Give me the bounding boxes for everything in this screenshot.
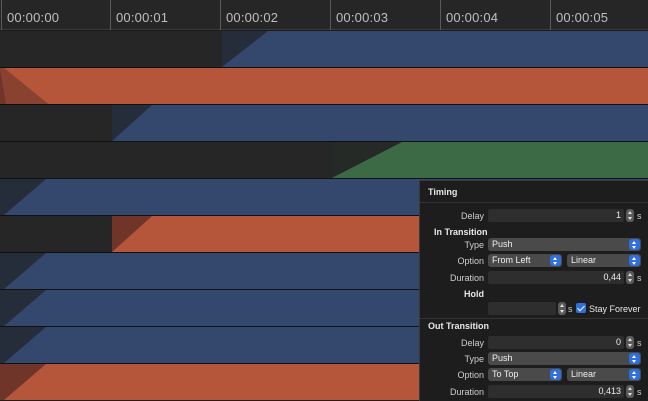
track-row[interactable] <box>0 68 648 105</box>
track-gap <box>0 105 112 141</box>
track-gap <box>0 216 112 252</box>
divider <box>420 318 648 319</box>
delay-unit: s <box>637 211 642 221</box>
hold-field[interactable] <box>488 302 556 315</box>
stay-forever-label: Stay Forever <box>589 304 641 314</box>
out-easing-value: Linear <box>571 369 597 379</box>
out-duration-field[interactable]: 0,413 <box>488 385 624 398</box>
hold-unit: s <box>568 304 573 314</box>
in-duration-stepper[interactable] <box>626 271 634 284</box>
delay-stepper[interactable] <box>626 209 634 222</box>
out-delay-field[interactable]: 0 <box>488 336 624 349</box>
out-duration-stepper[interactable] <box>626 385 634 398</box>
in-option-label: Option <box>457 256 484 266</box>
out-option-label: Option <box>457 370 484 380</box>
ruler-tick <box>550 0 551 30</box>
out-easing-select[interactable]: Linear <box>567 368 641 381</box>
chevron-updown-icon <box>629 353 640 364</box>
out-duration-label: Duration <box>449 387 484 397</box>
blue-clip[interactable] <box>112 105 648 141</box>
in-direction-value: From Left <box>492 255 531 265</box>
in-easing-select[interactable]: Linear <box>567 254 641 267</box>
ruler-label-2: 00:00:02 <box>226 10 279 25</box>
green-clip[interactable] <box>332 142 648 178</box>
blue-clip[interactable] <box>222 31 648 67</box>
in-direction-select[interactable]: From Left <box>488 254 562 267</box>
ruler-tick <box>330 0 331 30</box>
delay-label: Delay <box>460 211 484 221</box>
ruler-label-1: 00:00:01 <box>116 10 169 25</box>
hold-header: Hold <box>464 289 484 299</box>
ruler-tick <box>1 0 2 30</box>
in-easing-value: Linear <box>571 255 597 265</box>
ruler-tick <box>440 0 441 30</box>
ruler-label-5: 00:00:05 <box>556 10 609 25</box>
timeline-ruler[interactable]: 00:00:00 00:00:01 00:00:02 00:00:03 00:0… <box>0 0 648 30</box>
in-type-value: Push <box>492 239 513 249</box>
ruler-tick <box>220 0 221 30</box>
in-type-select[interactable]: Push <box>488 238 641 251</box>
track-row[interactable] <box>0 105 648 142</box>
stay-forever-checkbox[interactable] <box>576 303 586 313</box>
track-gap <box>0 31 222 67</box>
out-direction-select[interactable]: To Top <box>488 368 562 381</box>
in-transition-header: In Transition <box>434 227 488 237</box>
ruler-tick <box>110 0 111 30</box>
out-delay-label: Delay <box>460 338 484 348</box>
out-duration-unit: s <box>637 387 642 397</box>
chevron-updown-icon <box>629 255 640 266</box>
hold-stepper[interactable] <box>558 302 566 315</box>
delay-field[interactable]: 1 <box>488 209 624 222</box>
out-delay-stepper[interactable] <box>626 336 634 349</box>
ruler-label-3: 00:00:03 <box>336 10 389 25</box>
chevron-updown-icon <box>550 255 561 266</box>
in-duration-unit: s <box>637 273 642 283</box>
orange-clip[interactable] <box>0 68 648 104</box>
out-type-select[interactable]: Push <box>488 352 641 365</box>
in-type-label: Type <box>464 240 484 250</box>
out-type-value: Push <box>492 353 513 363</box>
timing-inspector: Timing Delay 1 s In Transition Type Push… <box>419 180 648 401</box>
out-delay-unit: s <box>637 338 642 348</box>
track-gap <box>0 142 332 178</box>
track-row[interactable] <box>0 31 648 68</box>
timing-header: Timing <box>428 187 458 197</box>
chevron-updown-icon <box>629 369 640 380</box>
ruler-label-0: 00:00:00 <box>7 10 60 25</box>
out-type-label: Type <box>464 354 484 364</box>
in-duration-label: Duration <box>449 273 484 283</box>
out-direction-value: To Top <box>492 369 519 379</box>
ruler-label-4: 00:00:04 <box>446 10 499 25</box>
in-duration-field[interactable]: 0,44 <box>488 271 624 284</box>
track-row[interactable] <box>0 142 648 179</box>
chevron-updown-icon <box>550 369 561 380</box>
chevron-updown-icon <box>629 239 640 250</box>
out-transition-header: Out Transition <box>428 321 490 331</box>
divider <box>420 202 648 203</box>
